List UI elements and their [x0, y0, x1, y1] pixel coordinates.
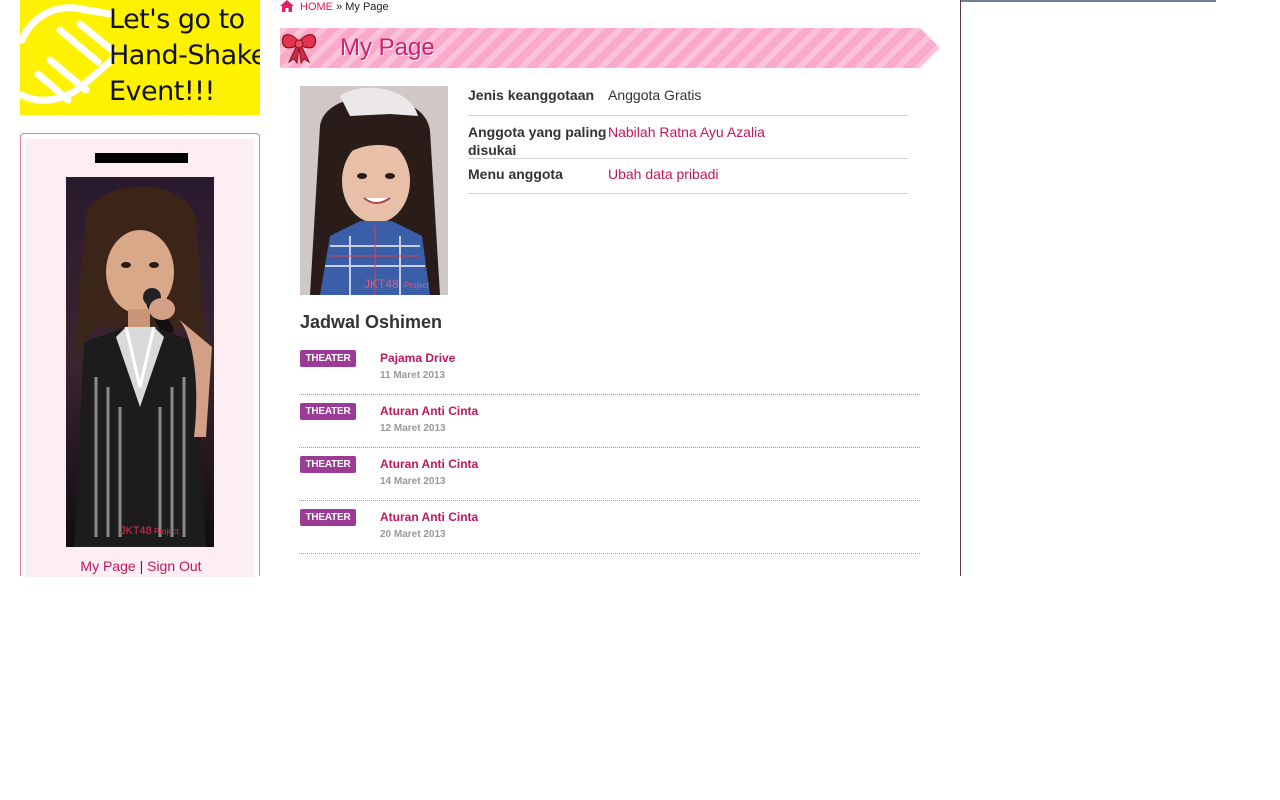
breadcrumb: HOME » My Page	[280, 0, 389, 14]
breadcrumb-current: My Page	[345, 1, 389, 13]
event-date: 20 Maret 2013	[380, 529, 446, 540]
list-item: THEATER Aturan Anti Cinta 14 Maret 2013	[299, 448, 920, 501]
theater-badge: THEATER	[300, 456, 356, 473]
svg-text:Project: Project	[154, 527, 180, 536]
member-sidebar-box: JKT48 Project My Page | Sign Out	[20, 133, 261, 577]
theater-badge: THEATER	[300, 509, 356, 526]
theater-badge: THEATER	[300, 403, 356, 420]
info-row-member-menu: Menu anggota Ubah data pribadi	[468, 159, 908, 194]
event-title-link[interactable]: Aturan Anti Cinta	[380, 404, 478, 418]
svg-text:Project: Project	[404, 281, 430, 290]
theater-badge: THEATER	[300, 350, 356, 367]
home-icon[interactable]	[280, 0, 294, 12]
breadcrumb-home-link[interactable]: HOME	[300, 1, 333, 13]
membership-info-table: Jenis keanggotaan Anggota Gratis Anggota…	[468, 78, 908, 194]
favorite-member-photo: JKT48 Project	[300, 86, 448, 295]
member-menu-label: Menu anggota	[468, 166, 563, 182]
list-item: THEATER Aturan Anti Cinta 12 Maret 2013	[299, 395, 920, 448]
event-title-link[interactable]: Aturan Anti Cinta	[380, 510, 478, 524]
banner-text: Let's go to Hand-Shake Event!!!	[109, 4, 260, 107]
sidebar-links: My Page | Sign Out	[21, 558, 261, 574]
oshimen-photo: JKT48 Project	[66, 177, 214, 547]
info-row-membership-type: Jenis keanggotaan Anggota Gratis	[468, 78, 908, 116]
list-item: THEATER Aturan Anti Cinta 20 Maret 2013	[299, 501, 920, 554]
right-column-divider	[960, 0, 961, 576]
favorite-member-label: Anggota yang paling disukai	[468, 124, 607, 158]
handshake-event-banner[interactable]: Let's go to Hand-Shake Event!!!	[20, 0, 260, 115]
event-title-link[interactable]: Pajama Drive	[380, 351, 455, 365]
list-item: THEATER Pajama Drive 11 Maret 2013	[299, 342, 920, 395]
link-separator: |	[139, 558, 144, 574]
page-title-bar: My Page	[280, 28, 940, 68]
ribbon-icon	[281, 34, 317, 64]
schedule-list: THEATER Pajama Drive 11 Maret 2013 THEAT…	[299, 342, 920, 554]
member-name-redacted	[95, 153, 188, 163]
right-column-ad-strip	[961, 0, 1216, 2]
event-date: 12 Maret 2013	[380, 423, 446, 434]
event-date: 14 Maret 2013	[380, 476, 446, 487]
svg-text:JKT48: JKT48	[364, 277, 399, 291]
schedule-title: Jadwal Oshimen	[300, 312, 443, 332]
event-title-link[interactable]: Aturan Anti Cinta	[380, 457, 478, 471]
membership-type-value: Anggota Gratis	[608, 87, 702, 103]
favorite-member-link[interactable]: Nabilah Ratna Ayu Azalia	[608, 123, 908, 158]
event-date: 11 Maret 2013	[380, 370, 446, 381]
info-row-favorite-member: Anggota yang paling disukai Nabilah Ratn…	[468, 116, 908, 159]
my-page-link[interactable]: My Page	[80, 558, 135, 574]
svg-text:JKT48: JKT48	[120, 525, 152, 537]
edit-personal-data-link[interactable]: Ubah data pribadi	[608, 165, 908, 193]
membership-type-label: Jenis keanggotaan	[468, 87, 595, 103]
sign-out-link[interactable]: Sign Out	[147, 558, 201, 574]
breadcrumb-separator: »	[336, 1, 343, 13]
page-title: My Page	[340, 34, 435, 61]
